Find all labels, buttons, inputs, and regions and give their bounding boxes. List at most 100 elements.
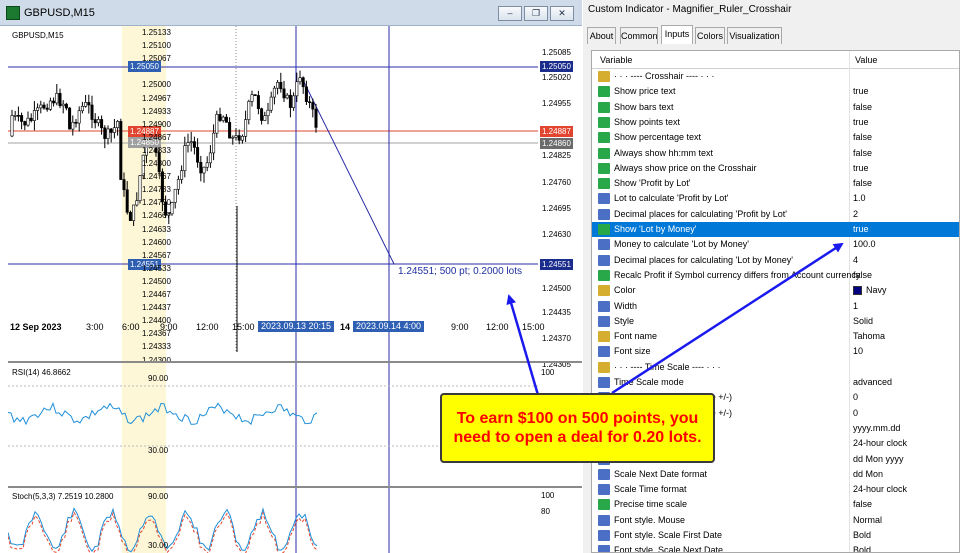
input-row[interactable]: Precise time scale false: [592, 497, 959, 512]
input-row[interactable]: Show price text true: [592, 84, 959, 99]
input-value[interactable]: 10: [853, 346, 863, 356]
magnifier-scale-tick: 1.24500: [142, 276, 171, 286]
color-swatch[interactable]: [853, 286, 862, 296]
input-value[interactable]: false: [853, 270, 872, 280]
tab-common[interactable]: Common: [620, 27, 658, 44]
candle-body: [13, 115, 17, 117]
pane-separator-rsi[interactable]: [8, 361, 582, 363]
input-value[interactable]: true: [853, 224, 869, 234]
input-value[interactable]: 100.0: [853, 239, 876, 249]
input-value[interactable]: dd Mon: [853, 469, 883, 479]
input-name: Font style. Scale First Date: [614, 530, 723, 540]
input-value[interactable]: false: [853, 132, 872, 142]
input-row[interactable]: Font style. Mouse Normal: [592, 513, 959, 528]
input-row[interactable]: Scale Next Date format dd Mon: [592, 467, 959, 482]
input-row[interactable]: Lot to calculate 'Profit by Lot' 1.0: [592, 191, 959, 206]
input-row[interactable]: Time Scale mode advanced: [592, 375, 959, 390]
tab-colors[interactable]: Colors: [695, 27, 725, 44]
input-row[interactable]: Always show price on the Crosshair true: [592, 161, 959, 176]
tab-visualization[interactable]: Visualization: [727, 27, 782, 44]
inputs-grid[interactable]: Variable Value · · · ---- Crosshair ----…: [591, 50, 960, 553]
input-value[interactable]: 1: [853, 301, 858, 311]
input-value[interactable]: true: [853, 163, 869, 173]
input-value[interactable]: false: [853, 499, 872, 509]
candle-body: [183, 145, 187, 172]
price-tick: 1.24825: [542, 151, 571, 160]
input-row[interactable]: Show 'Lot by Money' true: [592, 222, 959, 238]
input-value[interactable]: 1.0: [853, 193, 866, 203]
minimize-button[interactable]: –: [498, 6, 522, 21]
candle-body: [240, 135, 244, 141]
input-value[interactable]: Solid: [853, 316, 873, 326]
restore-button[interactable]: ❐: [524, 6, 548, 21]
input-value[interactable]: false: [853, 102, 872, 112]
input-value[interactable]: Bold: [853, 545, 871, 552]
bool-type-icon: [598, 499, 610, 511]
magnifier-scale-tick: 1.24300: [142, 355, 171, 365]
input-value[interactable]: false: [853, 148, 872, 158]
input-row[interactable]: Font style. Scale First Date Bold: [592, 528, 959, 543]
input-row[interactable]: Style Solid: [592, 314, 959, 329]
column-variable[interactable]: Variable: [600, 55, 632, 65]
rsi-level-90: 90.00: [148, 374, 169, 383]
input-value[interactable]: 2: [853, 209, 858, 219]
chart-titlebar[interactable]: GBPUSD,M15 – ❐ ✕: [0, 0, 582, 26]
price-tick: 1.25085: [542, 48, 571, 57]
tab-inputs[interactable]: Inputs: [661, 25, 693, 44]
input-row[interactable]: Money to calculate 'Lot by Money' 100.0: [592, 237, 959, 252]
input-row[interactable]: Decimal places for calculating 'Lot by M…: [592, 253, 959, 268]
input-value[interactable]: 4: [853, 255, 858, 265]
input-value[interactable]: 0: [853, 408, 858, 418]
indicator-properties-dialog[interactable]: Custom Indicator - Magnifier_Ruler_Cross…: [583, 0, 960, 553]
candle-body: [71, 121, 75, 130]
input-row[interactable]: Width 1: [592, 299, 959, 314]
num-type-icon: [598, 468, 610, 480]
close-button[interactable]: ✕: [550, 6, 574, 21]
input-value[interactable]: Navy: [866, 285, 887, 295]
input-value[interactable]: Normal: [853, 515, 882, 525]
price-chart-area[interactable]: [8, 26, 538, 553]
pane-separator-stoch[interactable]: [8, 486, 582, 488]
input-row[interactable]: Decimal places for calculating 'Profit b…: [592, 207, 959, 222]
input-value[interactable]: Bold: [853, 530, 871, 540]
input-value[interactable]: 24-hour clock: [853, 484, 907, 494]
magnifier-scale-tick: 1.24600: [142, 237, 171, 247]
input-row[interactable]: Scale Time format 24-hour clock: [592, 482, 959, 497]
time-label-3: 9:00: [160, 322, 178, 332]
input-row[interactable]: Color Navy: [592, 283, 959, 298]
time-label-0: 12 Sep 2023: [10, 322, 62, 332]
candlestick-chart[interactable]: [8, 26, 538, 553]
candle-body: [276, 81, 280, 89]
input-row[interactable]: Font size 10: [592, 344, 959, 359]
input-value[interactable]: advanced: [853, 377, 892, 387]
input-value[interactable]: Tahoma: [853, 331, 885, 341]
input-row[interactable]: Show bars text false: [592, 100, 959, 115]
input-row[interactable]: Font style. Scale Next Date Bold: [592, 543, 959, 552]
column-value[interactable]: Value: [855, 55, 877, 65]
input-value[interactable]: true: [853, 117, 869, 127]
input-value[interactable]: yyyy.mm.dd: [853, 423, 900, 433]
input-row[interactable]: Show 'Profit by Lot' false: [592, 176, 959, 191]
input-row[interactable]: · · · ---- Crosshair ---- · · ·: [592, 69, 959, 84]
candle-body: [84, 102, 88, 107]
input-row[interactable]: Font name Tahoma: [592, 329, 959, 344]
input-row[interactable]: Always show hh:mm text false: [592, 146, 959, 161]
input-value[interactable]: 24-hour clock: [853, 438, 907, 448]
chart-window[interactable]: GBPUSD,M15 – ❐ ✕ 1.25085 1.25020 1.24955 1.…: [0, 0, 582, 553]
input-row[interactable]: Show points text true: [592, 115, 959, 130]
input-row[interactable]: · · · ---- Time Scale ---- · · ·: [592, 360, 959, 375]
price-scale[interactable]: 1.25085 1.25020 1.24955 1.24825 1.24760 1.246…: [538, 26, 582, 553]
candle-body: [10, 115, 14, 137]
input-value[interactable]: false: [853, 178, 872, 188]
input-row[interactable]: Recalc Profit if Symbol currency differs…: [592, 268, 959, 283]
input-value[interactable]: dd Mon yyyy: [853, 454, 904, 464]
input-row[interactable]: Show percentage text false: [592, 130, 959, 145]
num-type-icon: [598, 300, 610, 312]
magnifier-scale-tick: 1.25133: [142, 28, 171, 37]
candle-body: [106, 128, 110, 139]
candle-body: [199, 161, 203, 174]
candle-body: [272, 87, 276, 98]
input-value[interactable]: true: [853, 86, 869, 96]
tab-about[interactable]: About: [587, 27, 616, 44]
input-value[interactable]: 0: [853, 392, 858, 402]
